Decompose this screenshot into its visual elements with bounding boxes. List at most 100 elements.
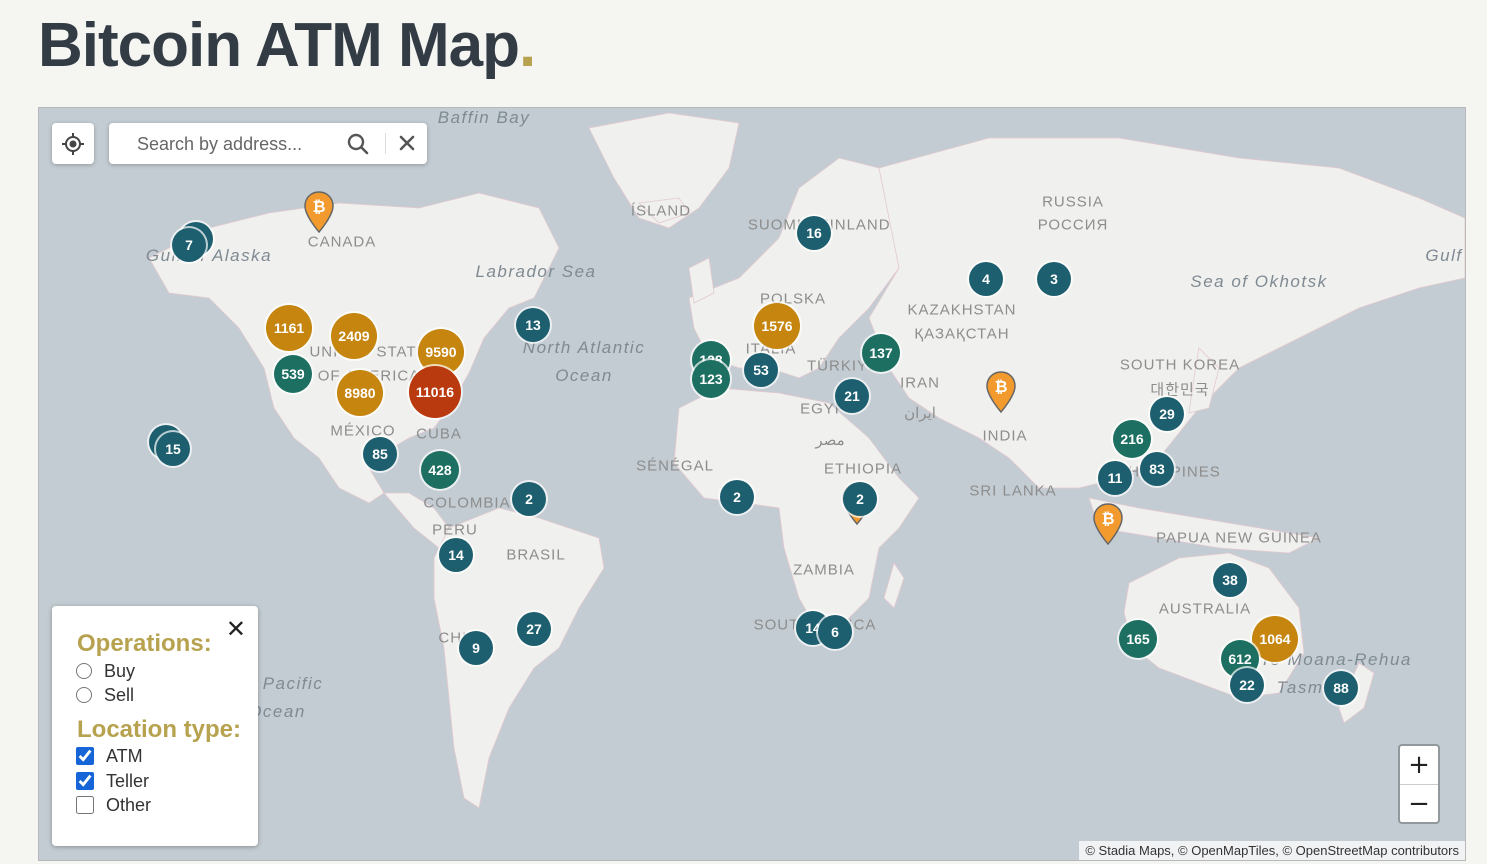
filter-option-buy[interactable]: Buy [76,660,135,682]
label-north-atlantic: North Atlantic [522,338,646,357]
svg-text:₿: ₿ [1101,509,1114,528]
sell-radio[interactable] [76,687,92,703]
label-russia: RUSSIA [1042,193,1104,211]
search-bar [109,123,427,164]
label-baffin-bay: Baffin Bay [437,108,531,127]
filter-option-sell[interactable]: Sell [76,684,134,706]
label-iran: IRAN [900,374,940,392]
cluster-marker[interactable]: 27 [517,612,551,646]
cluster-marker[interactable]: 15 [156,432,190,466]
cluster-marker[interactable]: 9 [459,631,493,665]
zoom-control: + − [1398,744,1440,824]
label-island: ÍSLAND [630,202,692,220]
label-rossiya: РОССИЯ [1037,216,1109,234]
teller-checkbox[interactable] [76,772,94,790]
crosshair-icon [62,132,84,155]
cluster-marker[interactable]: 21 [835,379,869,413]
cluster-marker[interactable]: 14 [439,538,473,572]
location-type-heading: Location type: [77,716,242,743]
label-suomi: SUOMI [747,216,803,234]
label-egypt-local: مصر [815,432,845,449]
operations-heading: Operations: [77,630,212,657]
cluster-marker[interactable]: 3 [1037,262,1071,296]
other-checkbox[interactable] [76,796,94,814]
search-icon[interactable] [347,133,369,155]
atm-label: ATM [106,745,143,766]
label-ethiopia: ETHIOPIA [823,460,903,478]
cluster-marker[interactable]: 88 [1324,671,1358,705]
cluster-marker[interactable]: 165 [1119,620,1157,658]
cluster-marker[interactable]: 11016 [409,366,461,418]
map-attribution[interactable]: © Stadia Maps, © OpenMapTiles, © OpenStr… [1079,841,1465,860]
filter-panel: ✕ Operations: Buy Sell Location type: AT… [52,606,258,846]
filter-option-other[interactable]: Other [76,794,151,816]
cluster-marker[interactable]: 2 [512,482,546,516]
filter-option-teller[interactable]: Teller [76,770,149,792]
cluster-marker[interactable]: 2 [843,482,877,516]
zoom-out-button[interactable]: − [1400,785,1438,823]
cluster-marker[interactable]: 11 [1098,461,1132,495]
cluster-marker[interactable]: 38 [1213,563,1247,597]
cluster-marker[interactable]: 216 [1113,420,1151,458]
label-ocean: Ocean [555,366,613,385]
cluster-marker[interactable]: 6 [818,615,852,649]
cluster-marker[interactable]: 4 [969,262,1003,296]
world-map[interactable]: Baffin Bay ÍSLAND SUOMI FINLAND RUSSIA Р… [38,107,1466,861]
svg-text:₿: ₿ [994,377,1007,396]
label-kazakhstan: KAZAKHSTAN [907,301,1017,319]
cluster-marker[interactable]: 1576 [754,303,800,349]
madagascar-landmass [883,562,905,609]
cluster-marker[interactable]: 2 [720,480,754,514]
cluster-marker[interactable]: 13 [516,308,550,342]
label-india: INDIA [982,427,1028,445]
label-south-korea: SOUTH KOREA [1119,356,1241,374]
bitcoin-pin-icon[interactable]: ₿ [303,190,335,234]
teller-label: Teller [106,770,150,791]
cluster-marker[interactable]: 1161 [266,305,312,351]
svg-text:₿: ₿ [312,197,325,216]
search-divider [385,133,386,154]
africa-landmass [673,387,920,634]
cluster-marker[interactable]: 7 [172,228,206,262]
bitcoin-pin-icon[interactable]: ₿ [985,370,1017,414]
cluster-marker[interactable]: 85 [363,437,397,471]
cluster-marker[interactable]: 123 [692,360,730,398]
label-labrador-sea: Labrador Sea [475,262,597,281]
cluster-marker[interactable]: 137 [862,334,900,372]
label-canada: CANADA [307,233,377,251]
close-icon[interactable] [397,133,417,153]
title-text: Bitcoin ATM Map [38,11,520,80]
other-label: Other [106,794,152,815]
buy-label: Buy [104,660,136,681]
atm-checkbox[interactable] [76,747,94,765]
title-accent-dot: . [518,11,536,80]
cluster-marker[interactable]: 83 [1140,452,1174,486]
label-sri-lanka: SRI LANKA [969,482,1057,500]
cluster-marker[interactable]: 29 [1150,397,1184,431]
cluster-marker[interactable]: 539 [274,355,312,393]
label-zambia: ZAMBIA [793,561,855,579]
label-pacific: Pacific [262,674,324,693]
label-australia: AUSTRALIA [1158,600,1252,618]
cluster-marker[interactable]: 8980 [337,370,383,416]
cluster-marker[interactable]: 53 [744,353,778,387]
buy-radio[interactable] [76,663,92,679]
close-filter-icon[interactable]: ✕ [226,618,246,642]
label-senegal: SÉNÉGAL [636,457,714,475]
page-title: Bitcoin ATM Map. [38,6,536,86]
cluster-marker[interactable]: 1064 [1252,616,1298,662]
label-korea-local: 대한민국 [1150,381,1210,399]
search-input[interactable] [135,131,339,157]
cluster-marker[interactable]: 2409 [331,313,377,359]
bitcoin-pin-icon[interactable]: ₿ [1092,502,1124,546]
label-sea-okhotsk: Sea of Okhotsk [1190,272,1328,291]
cluster-marker[interactable]: 428 [421,451,459,489]
locate-me-button[interactable] [52,123,94,164]
label-cuba: CUBA [416,425,462,443]
label-gulf-right: Gulf [1425,246,1463,265]
cluster-marker[interactable]: 16 [797,216,831,250]
zoom-in-button[interactable]: + [1400,746,1438,785]
label-brasil: BRASIL [506,546,566,564]
filter-option-atm[interactable]: ATM [76,745,143,767]
cluster-marker[interactable]: 22 [1230,668,1264,702]
